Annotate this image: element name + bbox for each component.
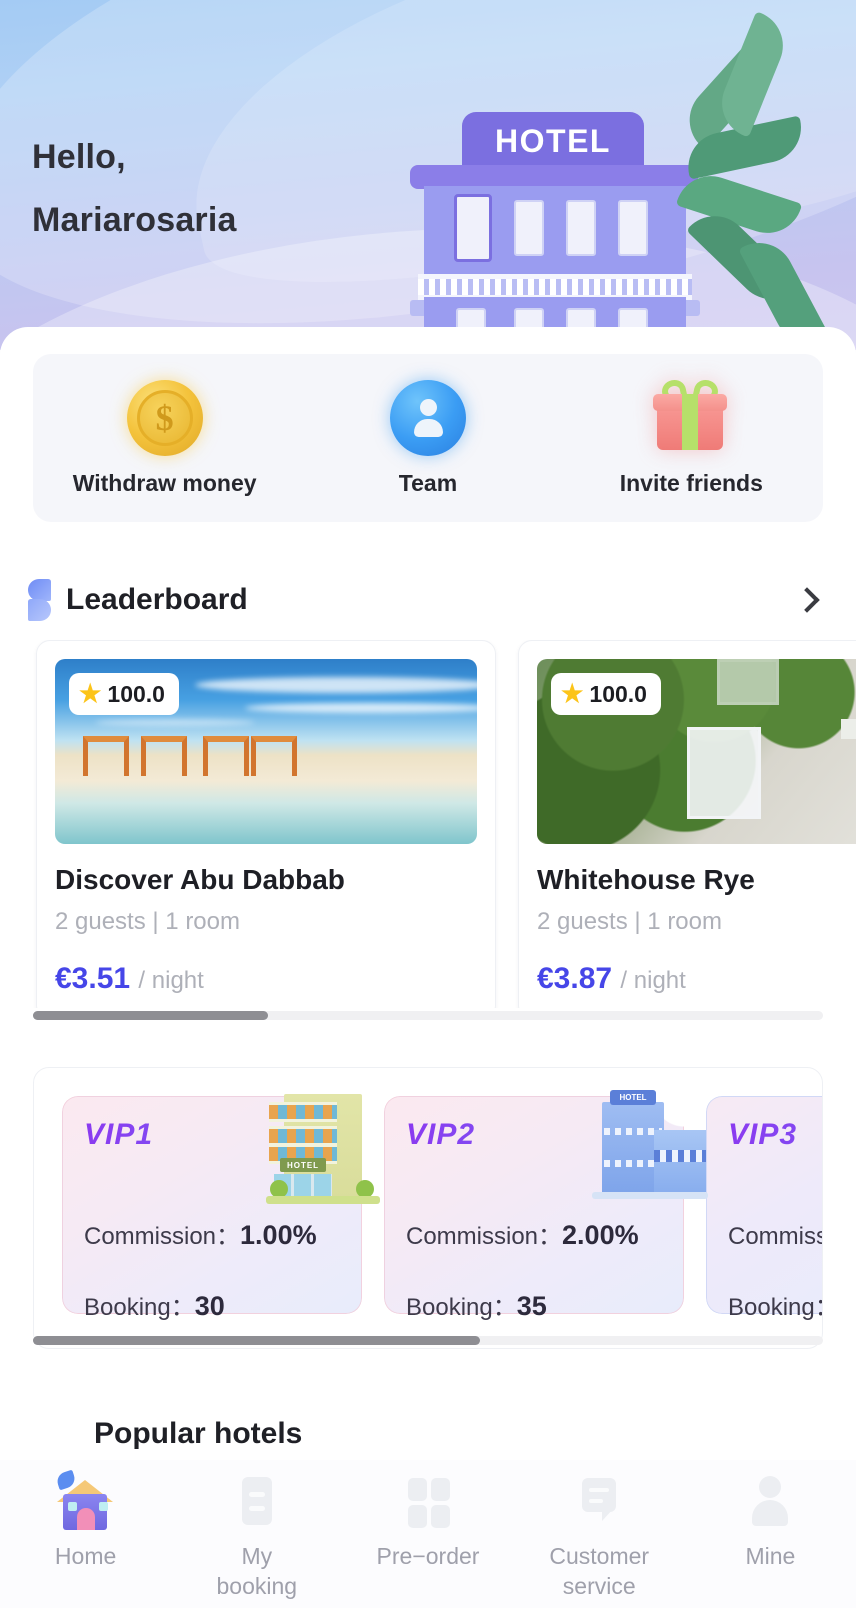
vip-booking-value: 30	[194, 1291, 225, 1321]
vip-booking-value: 35	[516, 1291, 547, 1321]
leaderboard-scrollbar-thumb[interactable]	[33, 1011, 268, 1020]
tab-label: Mine	[745, 1543, 796, 1569]
vip-tier-label: VIP3	[728, 1118, 822, 1152]
vip-booking-row: Booking：30	[84, 1287, 362, 1322]
greeting-text: Hello, Mariarosaria	[32, 138, 237, 239]
booking-icon	[226, 1472, 288, 1534]
tab-label: Pre−order	[376, 1543, 480, 1569]
vip-booking-row: Booking：35	[406, 1287, 684, 1322]
leaderboard-header[interactable]: Leaderboard	[28, 577, 828, 623]
palm-plant-illustration	[660, 11, 856, 350]
hotel-name: Discover Abu Dabbab	[55, 864, 345, 895]
chat-icon	[568, 1472, 630, 1534]
person-circle-icon	[389, 379, 466, 456]
tab-label: Customer service	[549, 1543, 650, 1599]
cream-hotel-icon: HOTEL	[264, 1088, 384, 1206]
person-icon	[739, 1472, 801, 1534]
hotel-meta: 2 guests | 1 room	[537, 908, 722, 935]
vip-scrollbar[interactable]	[33, 1336, 823, 1345]
quick-action-team[interactable]: Team	[296, 379, 559, 497]
quick-action-label: Withdraw money	[72, 469, 257, 496]
hotel-sign: HOTEL	[462, 112, 644, 170]
hotel-card[interactable]: ★ 100.0 Whitehouse Rye 2 guests | 1 room…	[518, 640, 856, 1008]
quick-action-withdraw-money[interactable]: $ Withdraw money	[33, 379, 296, 497]
hotel-price-value: €3.87	[537, 962, 613, 995]
quick-action-invite-friends[interactable]: Invite friends	[560, 377, 823, 497]
hotel-sign-text: HOTEL	[495, 122, 611, 159]
hotel-price-value: €3.51	[55, 962, 131, 995]
tab-label: My booking	[216, 1543, 298, 1599]
gift-icon	[653, 377, 729, 456]
star-icon: ★	[561, 679, 584, 708]
hotel-balcony-door	[454, 194, 492, 262]
blue-hotel-icon: HOTEL	[586, 1088, 708, 1206]
vip-booking-label: Booking：	[728, 1294, 822, 1321]
hotel-meta: 2 guests | 1 room	[55, 908, 240, 935]
hero-banner: HOTEL Hello, Mariarosaria	[0, 0, 856, 350]
hotel-window	[566, 200, 596, 256]
leaderboard-title: Leaderboard	[66, 583, 248, 616]
vip-card[interactable]: HOTEL VIP1 Commission：1.00% Booking：30	[62, 1094, 380, 1321]
hotel-photo: ★ 100.0	[55, 659, 477, 844]
hotel-price-unit: / night	[620, 967, 686, 994]
vip-commission-value: 1.00%	[240, 1220, 317, 1250]
house-icon	[54, 1469, 117, 1534]
tab-my-booking[interactable]: My booking	[171, 1472, 342, 1602]
vip-booking-label: Booking：	[406, 1294, 517, 1321]
tab-mine[interactable]: Mine	[685, 1472, 856, 1572]
leaderboard-scrollbar[interactable]	[33, 1011, 823, 1020]
ribbon-icon	[28, 579, 52, 621]
hotel-price: €3.51 / night	[55, 962, 477, 996]
app-root: HOTEL Hello, Mariarosaria $ Withdraw mon…	[0, 0, 856, 1608]
vip-tiers-panel[interactable]: HOTEL VIP1 Commission：1.00% Booking：30 H…	[33, 1067, 823, 1349]
vip-scrollbar-thumb[interactable]	[33, 1336, 480, 1345]
vip-commission-row: Commission：1.00%	[84, 1216, 362, 1251]
vip-commission-label: Commission：	[728, 1223, 822, 1250]
vip-card[interactable]: HOTEL VIP2 Commission：2.00% Booking：35	[384, 1090, 708, 1321]
vip-commission-value: 2.00%	[562, 1220, 639, 1250]
vip-track: HOTEL VIP1 Commission：1.00% Booking：30 H…	[34, 1068, 822, 1321]
vip-booking-row: Booking：	[728, 1287, 822, 1322]
popular-hotels-title: Popular hotels	[94, 1417, 303, 1450]
hotel-name: Whitehouse Rye	[537, 864, 755, 895]
bottom-tab-bar: Home My booking Pre−order Customer servi…	[0, 1460, 856, 1608]
hotel-price: €3.87 / night	[537, 962, 856, 996]
tab-customer-service[interactable]: Customer service	[514, 1472, 685, 1602]
popular-hotels-header: Popular hotels	[28, 1417, 302, 1451]
vip-commission-row: Commission：	[728, 1216, 822, 1251]
rating-value: 100.0	[589, 680, 647, 707]
hotel-window	[514, 200, 544, 256]
quick-actions-panel: $ Withdraw money Team Invite friends	[33, 354, 823, 522]
vip-commission-label: Commission：	[406, 1223, 563, 1250]
hotel-card[interactable]: ★ 100.0 Discover Abu Dabbab 2 guests | 1…	[36, 640, 496, 1008]
vip-card[interactable]: VIP3 Commission： Booking：	[706, 1096, 822, 1321]
rating-value: 100.0	[107, 680, 165, 707]
rating-badge: ★ 100.0	[551, 673, 661, 715]
star-icon: ★	[79, 679, 102, 708]
leaderboard-track: ★ 100.0 Discover Abu Dabbab 2 guests | 1…	[0, 640, 856, 1008]
hotel-window	[618, 200, 648, 256]
coin-dollar-icon: $	[126, 379, 203, 456]
chevron-right-icon[interactable]	[794, 587, 820, 613]
hotel-photo: ★ 100.0	[537, 659, 856, 844]
vip-commission-row: Commission：2.00%	[406, 1216, 684, 1251]
vip-commission-label: Commission：	[84, 1223, 241, 1250]
tab-home[interactable]: Home	[0, 1469, 171, 1572]
vip-booking-label: Booking：	[84, 1294, 195, 1321]
leaderboard-carousel[interactable]: ★ 100.0 Discover Abu Dabbab 2 guests | 1…	[0, 640, 856, 1008]
rating-badge: ★ 100.0	[69, 673, 179, 715]
grid-icon	[397, 1472, 459, 1534]
content-sheet: $ Withdraw money Team Invite friends Lea…	[0, 327, 856, 1608]
quick-action-label: Team	[398, 469, 458, 496]
tab-label: Home	[54, 1543, 117, 1569]
tab-pre-order[interactable]: Pre−order	[342, 1472, 513, 1572]
hotel-price-unit: / night	[138, 967, 204, 994]
quick-action-label: Invite friends	[619, 469, 763, 496]
